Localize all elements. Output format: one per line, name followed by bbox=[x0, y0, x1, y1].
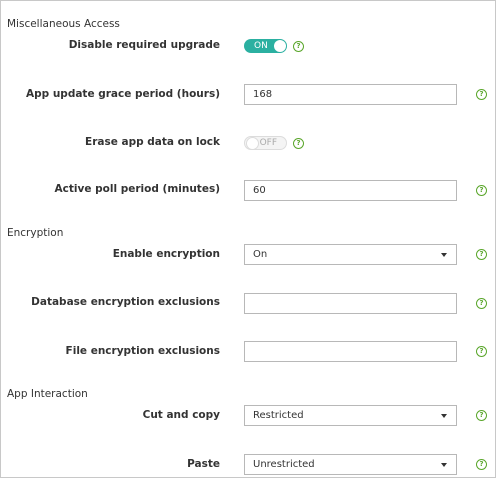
settings-panel: Miscellaneous Access Disable required up… bbox=[0, 0, 496, 478]
select-value: Unrestricted bbox=[253, 459, 315, 470]
cut-copy-select[interactable]: Restricted bbox=[244, 405, 457, 426]
toggle-knob bbox=[246, 137, 259, 150]
grace-period-label: App update grace period (hours) bbox=[26, 88, 220, 100]
cut-copy-label: Cut and copy bbox=[142, 409, 220, 421]
toggle-knob bbox=[274, 40, 286, 52]
help-icon[interactable]: ? bbox=[476, 89, 487, 100]
help-icon[interactable]: ? bbox=[476, 185, 487, 196]
disable-upgrade-toggle[interactable]: ON bbox=[244, 39, 287, 53]
file-exclusions-input[interactable] bbox=[244, 341, 457, 362]
help-icon[interactable]: ? bbox=[476, 249, 487, 260]
erase-on-lock-label: Erase app data on lock bbox=[85, 136, 220, 148]
help-icon[interactable]: ? bbox=[293, 41, 304, 52]
section-title-app-interaction: App Interaction bbox=[7, 388, 88, 400]
poll-period-input[interactable] bbox=[244, 180, 457, 201]
file-exclusions-label: File encryption exclusions bbox=[65, 345, 220, 357]
select-value: Restricted bbox=[253, 410, 304, 421]
toggle-state-text: ON bbox=[254, 41, 268, 51]
chevron-down-icon bbox=[441, 463, 447, 467]
disable-upgrade-label: Disable required upgrade bbox=[68, 39, 220, 51]
section-title-encryption: Encryption bbox=[7, 227, 64, 239]
db-exclusions-input[interactable] bbox=[244, 293, 457, 314]
help-icon[interactable]: ? bbox=[476, 298, 487, 309]
select-value: On bbox=[253, 249, 268, 260]
db-exclusions-label: Database encryption exclusions bbox=[31, 296, 220, 308]
grace-period-input[interactable] bbox=[244, 84, 457, 105]
help-icon[interactable]: ? bbox=[476, 410, 487, 421]
paste-select[interactable]: Unrestricted bbox=[244, 454, 457, 475]
toggle-state-text: OFF bbox=[259, 138, 277, 148]
help-icon[interactable]: ? bbox=[476, 459, 487, 470]
chevron-down-icon bbox=[441, 414, 447, 418]
help-icon[interactable]: ? bbox=[293, 138, 304, 149]
erase-on-lock-toggle[interactable]: OFF bbox=[244, 136, 287, 150]
enable-encryption-label: Enable encryption bbox=[112, 248, 220, 260]
poll-period-label: Active poll period (minutes) bbox=[54, 183, 220, 195]
section-title-misc: Miscellaneous Access bbox=[7, 18, 120, 30]
help-icon[interactable]: ? bbox=[476, 346, 487, 357]
chevron-down-icon bbox=[441, 253, 447, 257]
enable-encryption-select[interactable]: On bbox=[244, 244, 457, 265]
paste-label: Paste bbox=[187, 458, 220, 470]
